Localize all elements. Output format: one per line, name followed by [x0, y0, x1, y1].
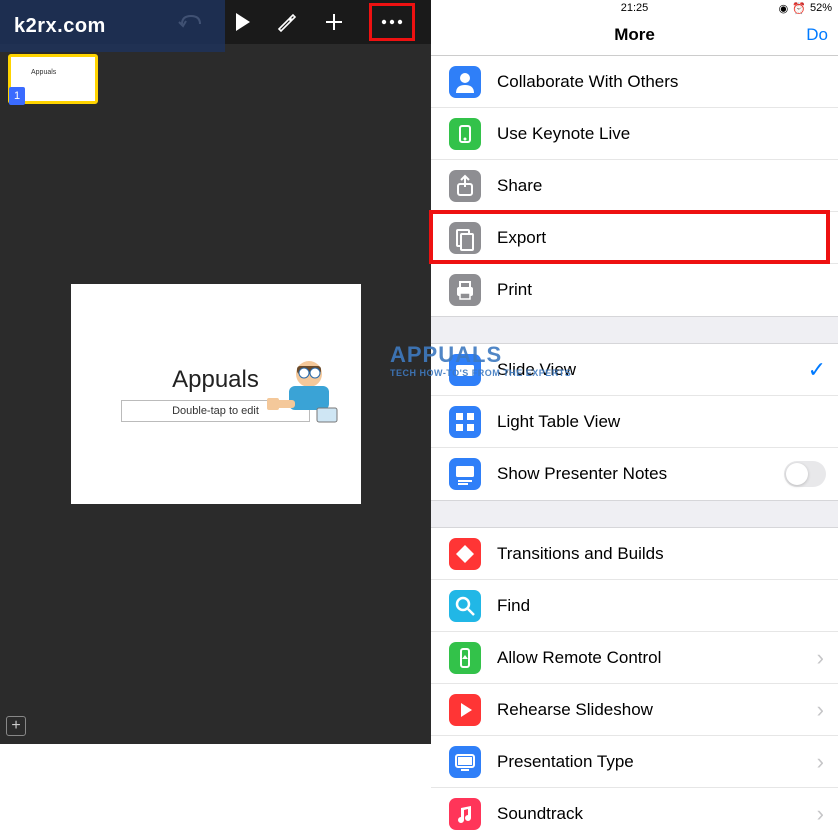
menu-label: Share: [497, 176, 542, 196]
more-button-highlight: [369, 3, 415, 41]
keynote-editor: 1 Appuals Appuals Double-tap to edit +: [0, 0, 431, 744]
menu-label: Export: [497, 228, 546, 248]
menu-label: Print: [497, 280, 532, 300]
menu-light_table[interactable]: Light Table View: [431, 396, 838, 448]
broadcast-icon: [449, 118, 481, 150]
chevron-right-icon: ›: [817, 697, 824, 723]
menu-rehearse[interactable]: Rehearse Slideshow ›: [431, 684, 838, 736]
menu-label: Show Presenter Notes: [497, 464, 667, 484]
person-icon: [449, 66, 481, 98]
check-icon: ✓: [808, 357, 826, 383]
menu-label: Use Keynote Live: [497, 124, 630, 144]
panel-header: More Do: [431, 14, 838, 56]
screen-icon: [449, 746, 481, 778]
slide[interactable]: Appuals Double-tap to edit: [71, 284, 361, 504]
menu-soundtrack[interactable]: Soundtrack ›: [431, 788, 838, 840]
menu-label: Soundtrack: [497, 804, 583, 824]
chevron-right-icon: ›: [817, 749, 824, 775]
slide-canvas[interactable]: Appuals Double-tap to edit: [0, 44, 431, 744]
slide-title[interactable]: Appuals: [172, 366, 259, 394]
appuals-watermark: APPUALS TECH HOW-TO'S FROM THE EXPERTS: [390, 342, 571, 378]
menu-export[interactable]: Export: [431, 212, 838, 264]
slide-number: 1: [9, 87, 25, 105]
diamond-icon: [449, 538, 481, 570]
grid-icon: [449, 406, 481, 438]
chevron-right-icon: ›: [817, 645, 824, 671]
notes-icon: [449, 458, 481, 490]
plus-icon[interactable]: [321, 9, 347, 35]
menu-keynote_live[interactable]: Use Keynote Live: [431, 108, 838, 160]
menu-label: Find: [497, 596, 530, 616]
menu-label: Presentation Type: [497, 752, 634, 772]
remote-icon: [449, 642, 481, 674]
play-icon: [449, 694, 481, 726]
menu-share[interactable]: Share: [431, 160, 838, 212]
clipart-image: [267, 356, 347, 426]
done-button[interactable]: Do: [806, 25, 828, 45]
menu-transitions[interactable]: Transitions and Builds: [431, 528, 838, 580]
search-icon: [449, 590, 481, 622]
more-icon[interactable]: [380, 9, 404, 35]
toggle[interactable]: [784, 461, 826, 487]
alarm-icon: ⏰: [792, 2, 806, 15]
print-icon: [449, 274, 481, 306]
clock: 21:25: [621, 2, 649, 14]
play-icon[interactable]: [225, 9, 251, 35]
site-watermark: k2rx.com: [0, 0, 225, 52]
panel-title: More: [614, 25, 655, 45]
menu-label: Allow Remote Control: [497, 648, 661, 668]
menu-collaborate[interactable]: Collaborate With Others: [431, 56, 838, 108]
menu-label: Collaborate With Others: [497, 72, 678, 92]
slide-thumbnail[interactable]: 1 Appuals: [8, 54, 98, 104]
menu-remote[interactable]: Allow Remote Control ›: [431, 632, 838, 684]
menu-label: Rehearse Slideshow: [497, 700, 653, 720]
menu-label: Transitions and Builds: [497, 544, 664, 564]
chevron-right-icon: ›: [817, 801, 824, 827]
add-slide-button[interactable]: +: [6, 716, 26, 736]
menu-presenter_notes[interactable]: Show Presenter Notes: [431, 448, 838, 500]
music-icon: [449, 798, 481, 830]
brush-icon[interactable]: [273, 9, 299, 35]
location-icon: ◉: [779, 2, 789, 15]
menu-print[interactable]: Print: [431, 264, 838, 316]
slide-thumbnails: 1 Appuals: [0, 46, 100, 112]
menu-find[interactable]: Find: [431, 580, 838, 632]
battery-percent: 52%: [810, 2, 832, 14]
menu-label: Light Table View: [497, 412, 620, 432]
share-icon: [449, 170, 481, 202]
export-icon: [449, 222, 481, 254]
